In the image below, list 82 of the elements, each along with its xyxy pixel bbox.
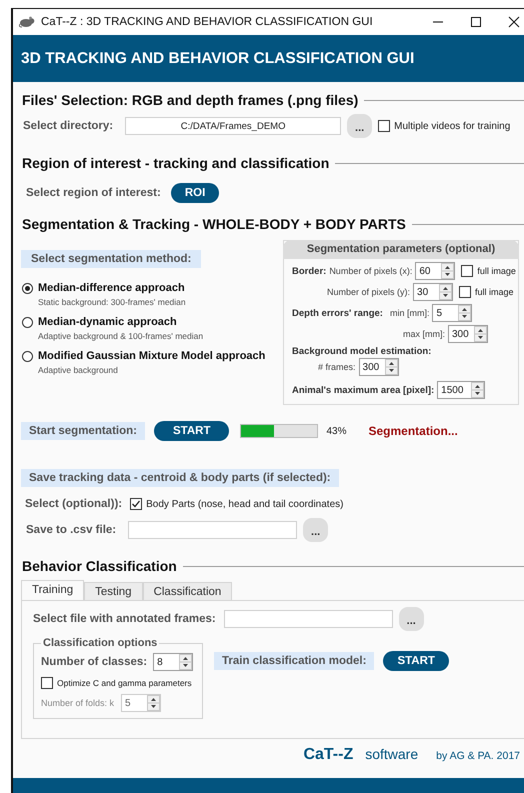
- maximize-icon[interactable]: [470, 16, 482, 28]
- parameter-label: Depth errors' range:: [292, 308, 383, 318]
- spin-box[interactable]: 300: [448, 325, 488, 343]
- tab[interactable]: Testing: [84, 582, 143, 601]
- status-text: Segmentation...: [368, 424, 458, 438]
- field-label: Number of classes:: [41, 656, 148, 668]
- field-label: Select file with annotated frames:: [33, 613, 216, 625]
- stepper-arrows-icon[interactable]: [458, 305, 472, 321]
- section-label: Train classification model:: [214, 652, 374, 670]
- section-heading: Segmentation & Tracking - WHOLE-BODY + BODY PARTS: [22, 216, 406, 232]
- method-name: Median-dynamic approach: [38, 316, 178, 328]
- section-heading: Region of interest - tracking and classification: [22, 155, 330, 171]
- stepper-arrows-icon[interactable]: [441, 263, 454, 279]
- checkbox[interactable]: [459, 286, 472, 298]
- panel-title: Segmentation parameters (optional): [283, 240, 519, 259]
- spin-box[interactable]: 5: [432, 304, 472, 322]
- parameter-label: Border:: [292, 266, 326, 276]
- field-label: Save to .csv file:: [26, 524, 116, 536]
- group-title: Classification options: [42, 637, 158, 649]
- method-description: Static background: 300-frames' median: [38, 297, 186, 307]
- spin-box[interactable]: 8: [153, 653, 194, 671]
- stepper-arrows-icon[interactable]: [384, 359, 398, 375]
- checkbox-label: Multiple videos for training: [394, 120, 510, 132]
- stepper-arrows-icon[interactable]: [474, 326, 487, 342]
- method-name: Median-difference approach: [38, 282, 186, 294]
- tab[interactable]: Classification: [142, 582, 232, 601]
- parameter-label: min [mm]:: [390, 308, 430, 318]
- parameter-label: # frames:: [318, 362, 356, 372]
- section-heading: Files' Selection: RGB and depth frames (.png files): [22, 92, 358, 108]
- section-label: Save tracking data - centroid & body parts (if selected):: [21, 469, 339, 487]
- browse-button[interactable]: ...: [398, 607, 424, 631]
- radio-button[interactable]: [22, 317, 33, 328]
- method-description: Adaptive background & 100-frames' median: [38, 331, 204, 341]
- method-name: Modified Gaussian Mixture Model approach: [38, 350, 266, 362]
- tab[interactable]: Training: [21, 580, 84, 601]
- close-icon[interactable]: [508, 16, 520, 28]
- start-button[interactable]: START: [383, 651, 449, 671]
- section-heading: Behavior Classification: [22, 558, 177, 574]
- checkbox-label: Optimize C and gamma parameters: [57, 678, 192, 688]
- section-label: Select segmentation method:: [21, 250, 202, 268]
- field-label: Select region of interest:: [26, 187, 161, 199]
- field-label: Number of folds: k: [41, 698, 114, 708]
- radio-button[interactable]: [22, 283, 33, 294]
- browse-button[interactable]: ...: [347, 114, 372, 138]
- checkbox-label: full image: [475, 287, 514, 297]
- parameter-label: Number of pixels (y):: [327, 287, 410, 297]
- brand-name: CaT--Z: [303, 746, 354, 764]
- field-label: Select (optional)):: [25, 498, 122, 510]
- spin-box[interactable]: 60: [415, 262, 456, 280]
- app-heading: 3D TRACKING AND BEHAVIOR CLASSIFICATION GUI: [21, 50, 414, 68]
- checkbox-label: full image: [477, 266, 516, 276]
- spin-box[interactable]: 1500: [437, 381, 486, 399]
- product-label: software: [365, 746, 418, 762]
- field-label: Select directory:: [23, 120, 114, 132]
- radio-button[interactable]: [22, 351, 33, 362]
- browse-button[interactable]: ...: [303, 518, 328, 542]
- stepper-arrows-icon[interactable]: [471, 382, 484, 398]
- start-button[interactable]: START: [154, 421, 230, 441]
- window-title: CaT--Z : 3D TRACKING AND BEHAVIOR CLASSIFICATION GUI: [41, 16, 374, 28]
- parameter-label: Animal's maximum area [pixel]:: [292, 384, 434, 396]
- method-description: Adaptive background: [38, 365, 119, 375]
- file-path-field[interactable]: [224, 610, 393, 628]
- stepper-arrows-icon[interactable]: [147, 695, 160, 711]
- parameter-label: Background model estimation:: [292, 346, 432, 357]
- parameter-label: Number of pixels (x):: [329, 266, 412, 276]
- roi-button[interactable]: ROI: [170, 183, 220, 203]
- spin-box[interactable]: 300: [358, 358, 399, 376]
- rodent-icon: [19, 16, 35, 28]
- parameter-label: max [mm]:: [403, 329, 445, 339]
- credit-text: by AG & PA. 2017: [436, 750, 520, 762]
- checkbox[interactable]: [41, 677, 53, 689]
- checkbox-label: Body Parts (nose, head and tail coordinates): [146, 498, 344, 510]
- stepper-arrows-icon[interactable]: [179, 654, 192, 670]
- checkbox[interactable]: [378, 120, 390, 132]
- stepper-arrows-icon[interactable]: [439, 284, 452, 300]
- file-path-field[interactable]: [128, 521, 298, 539]
- checkbox[interactable]: [461, 265, 474, 277]
- directory-field[interactable]: C:/DATA/Frames_DEMO: [125, 117, 342, 135]
- checkbox[interactable]: [130, 498, 142, 510]
- spin-box[interactable]: 30: [413, 283, 454, 301]
- progress-reading: 43%: [326, 426, 346, 436]
- section-label: Start segmentation:: [21, 422, 145, 440]
